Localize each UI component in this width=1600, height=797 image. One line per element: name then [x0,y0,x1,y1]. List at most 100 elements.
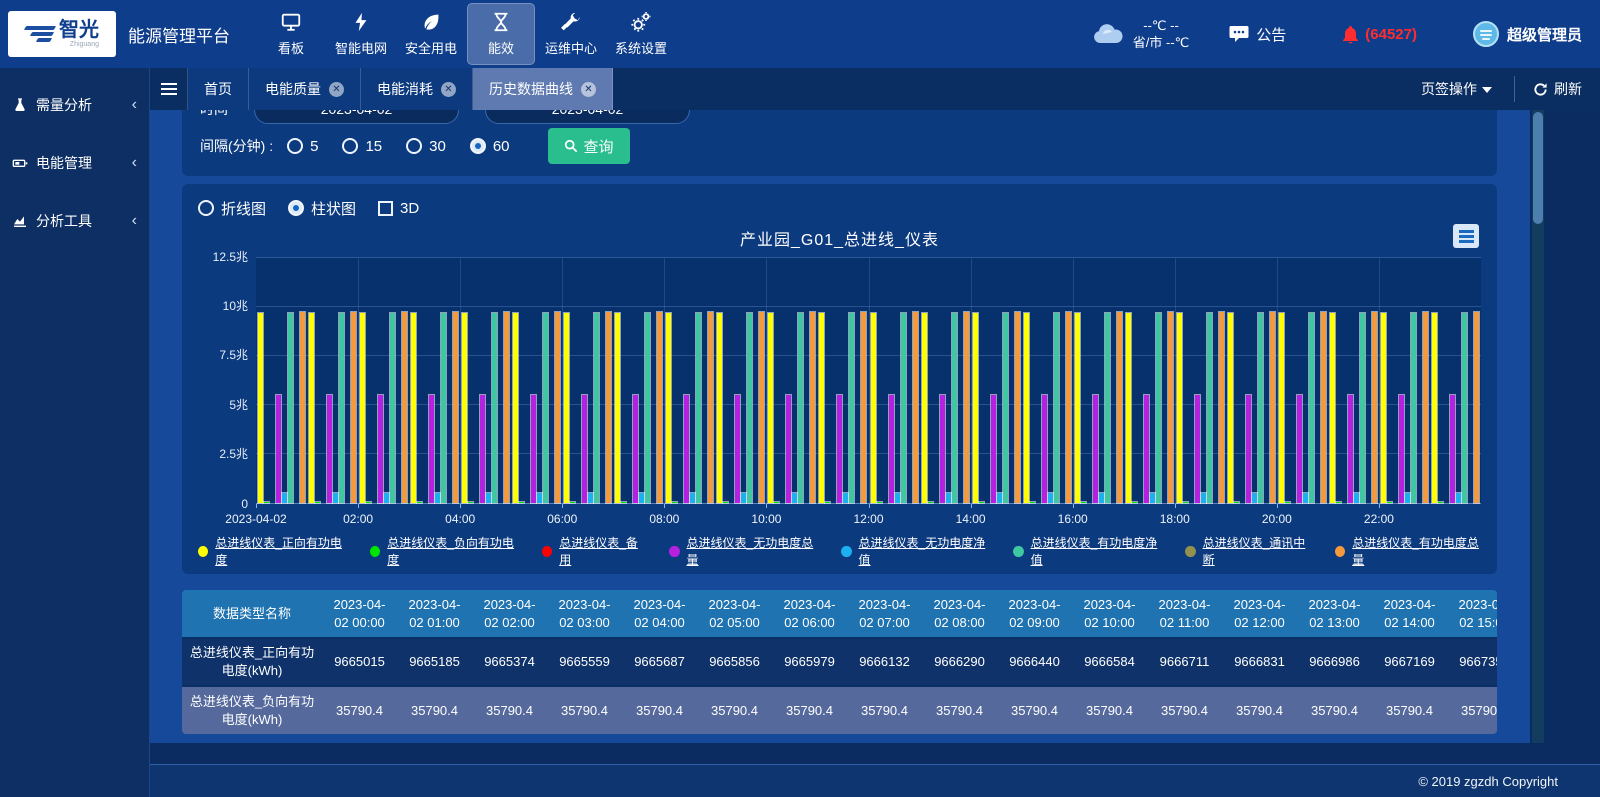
bar [825,502,830,503]
bar-group [409,258,460,503]
nav-item-safe-power[interactable]: 安全用电 [397,3,465,65]
sidebar-item-analysis-tools[interactable]: 分析工具 ‹ [0,200,149,242]
logo[interactable]: 智光 Zhiguang [8,11,116,57]
alarm-button[interactable]: (64527) [1342,25,1417,44]
bar-group [562,258,613,503]
bar [1309,313,1314,503]
radio-icon[interactable] [406,138,422,154]
legend-item[interactable]: 总进线仪表_通讯中断 [1185,534,1309,568]
logo-title: 智光 [59,19,99,41]
checkbox-icon[interactable] [378,201,393,216]
close-icon[interactable]: ✕ [329,82,344,97]
legend-item[interactable]: 总进线仪表_无功电度净值 [841,534,987,568]
bar [768,313,773,503]
radio-icon[interactable] [198,200,214,216]
bar [928,502,933,503]
radio-icon[interactable] [288,200,304,216]
date-from-input[interactable]: 2023-04-02 [254,110,459,124]
legend-label: 总进线仪表_有功电度净值 [1031,534,1160,568]
bar-group [1379,258,1430,503]
avatar [1473,21,1499,47]
bar [1228,313,1233,503]
bar [282,493,287,503]
radio-icon[interactable] [287,138,303,154]
close-icon[interactable]: ✕ [441,82,456,97]
bar [1117,312,1122,503]
table-header-cell: 2023-04-02 07:00 [847,590,922,638]
chart-type-bar[interactable]: 柱状图 [288,198,356,219]
sidebar-item-energy-management[interactable]: 电能管理 ‹ [0,142,149,184]
bar-group [1073,258,1124,503]
bar-group [1226,258,1277,503]
bar [300,312,305,503]
value-cell: 35790.4 [697,686,772,734]
bar-group [1430,258,1481,503]
nav-item-smart-grid[interactable]: 智能电网 [327,3,395,65]
y-tick-label: 12.5兆 [213,248,248,265]
user-menu[interactable]: 超级管理员 [1473,21,1582,47]
bar [889,395,894,503]
hamburger-menu-icon[interactable] [150,68,188,110]
bar [513,313,518,503]
table-header-cell: 2023-04-02 12:00 [1222,590,1297,638]
interval-option-60[interactable]: 60 [470,138,510,155]
bar [810,312,815,503]
x-tick-label: 22:00 [1364,512,1394,526]
nav-item-energy-efficiency[interactable]: 能效 [467,3,535,65]
bar [606,312,611,503]
chart-type-3d[interactable]: 3D [378,200,419,217]
announcement-button[interactable]: 公告 [1229,24,1286,45]
legend-item[interactable]: 总进线仪表_无功电度总量 [669,534,815,568]
interval-option-30[interactable]: 30 [406,138,446,155]
tab-home[interactable]: 首页 [188,68,249,110]
tab-history-data-curve[interactable]: 历史数据曲线 ✕ [473,68,613,110]
row-name-cell: 总进线仪表_正向有功电度(kWh) [182,638,322,686]
bar [922,313,927,503]
legend-item[interactable]: 总进线仪表_有功电度总量 [1335,534,1481,568]
bar [1360,313,1365,503]
chart-type-line[interactable]: 折线图 [198,198,266,219]
interval-option-15[interactable]: 15 [342,138,382,155]
value-cell: 35790.4 [322,686,397,734]
radio-icon[interactable] [342,138,358,154]
radio-icon[interactable] [470,138,486,154]
bar [1246,395,1251,503]
legend-item[interactable]: 总进线仪表_正向有功电度 [198,534,344,568]
table-header-cell: 2023-04-02 03:00 [547,590,622,638]
date-to-input[interactable]: 2023-04-02 [485,110,690,124]
vertical-scrollbar [1532,110,1544,743]
scrollbar-thumb[interactable] [1533,112,1543,224]
legend-item[interactable]: 总进线仪表_负向有功电度 [370,534,516,568]
value-cell: 9665856 [697,638,772,686]
x-tick [766,504,767,508]
x-tick-label: 14:00 [956,512,986,526]
value-cell: 9667352 [1447,638,1497,686]
chart-context-menu-button[interactable] [1453,224,1479,248]
x-tick-label: 16:00 [1058,512,1088,526]
interval-option-5[interactable]: 5 [287,138,318,155]
bar [979,502,984,503]
scroll-area: 时间 2023-04-02 2023-04-02 间隔(分钟) : 5 15 3… [150,110,1530,743]
bar [1405,493,1410,503]
announcement-label: 公告 [1256,24,1286,45]
legend-dot-icon [1013,546,1023,557]
tab-operations-dropdown[interactable]: 页签操作 [1399,68,1514,110]
value-cell: 9667169 [1372,638,1447,686]
tab-energy-consumption[interactable]: 电能消耗 ✕ [361,68,473,110]
nav-item-ops-center[interactable]: 运维中心 [537,3,605,65]
value-cell: 35790.4 [622,686,697,734]
legend-item[interactable]: 总进线仪表_备用 [542,534,643,568]
search-button[interactable]: 查询 [548,128,630,164]
close-icon[interactable]: ✕ [581,82,596,97]
row-name-cell: 总进线仪表_负向有功电度(kWh) [182,686,322,734]
legend-item[interactable]: 总进线仪表_有功电度净值 [1013,534,1159,568]
x-tick-label: 2023-04-02 [225,512,286,526]
bar [940,395,945,503]
chart-title: 产业园_G01_总进线_仪表 [740,226,939,250]
sidebar-item-demand-analysis[interactable]: 需量分析 ‹ [0,84,149,126]
nav-item-system-settings[interactable]: 系统设置 [607,3,675,65]
nav-item-dashboard[interactable]: 看板 [257,3,325,65]
bar-group [256,258,307,503]
tab-power-quality[interactable]: 电能质量 ✕ [249,68,361,110]
refresh-button[interactable]: 刷新 [1515,68,1600,110]
